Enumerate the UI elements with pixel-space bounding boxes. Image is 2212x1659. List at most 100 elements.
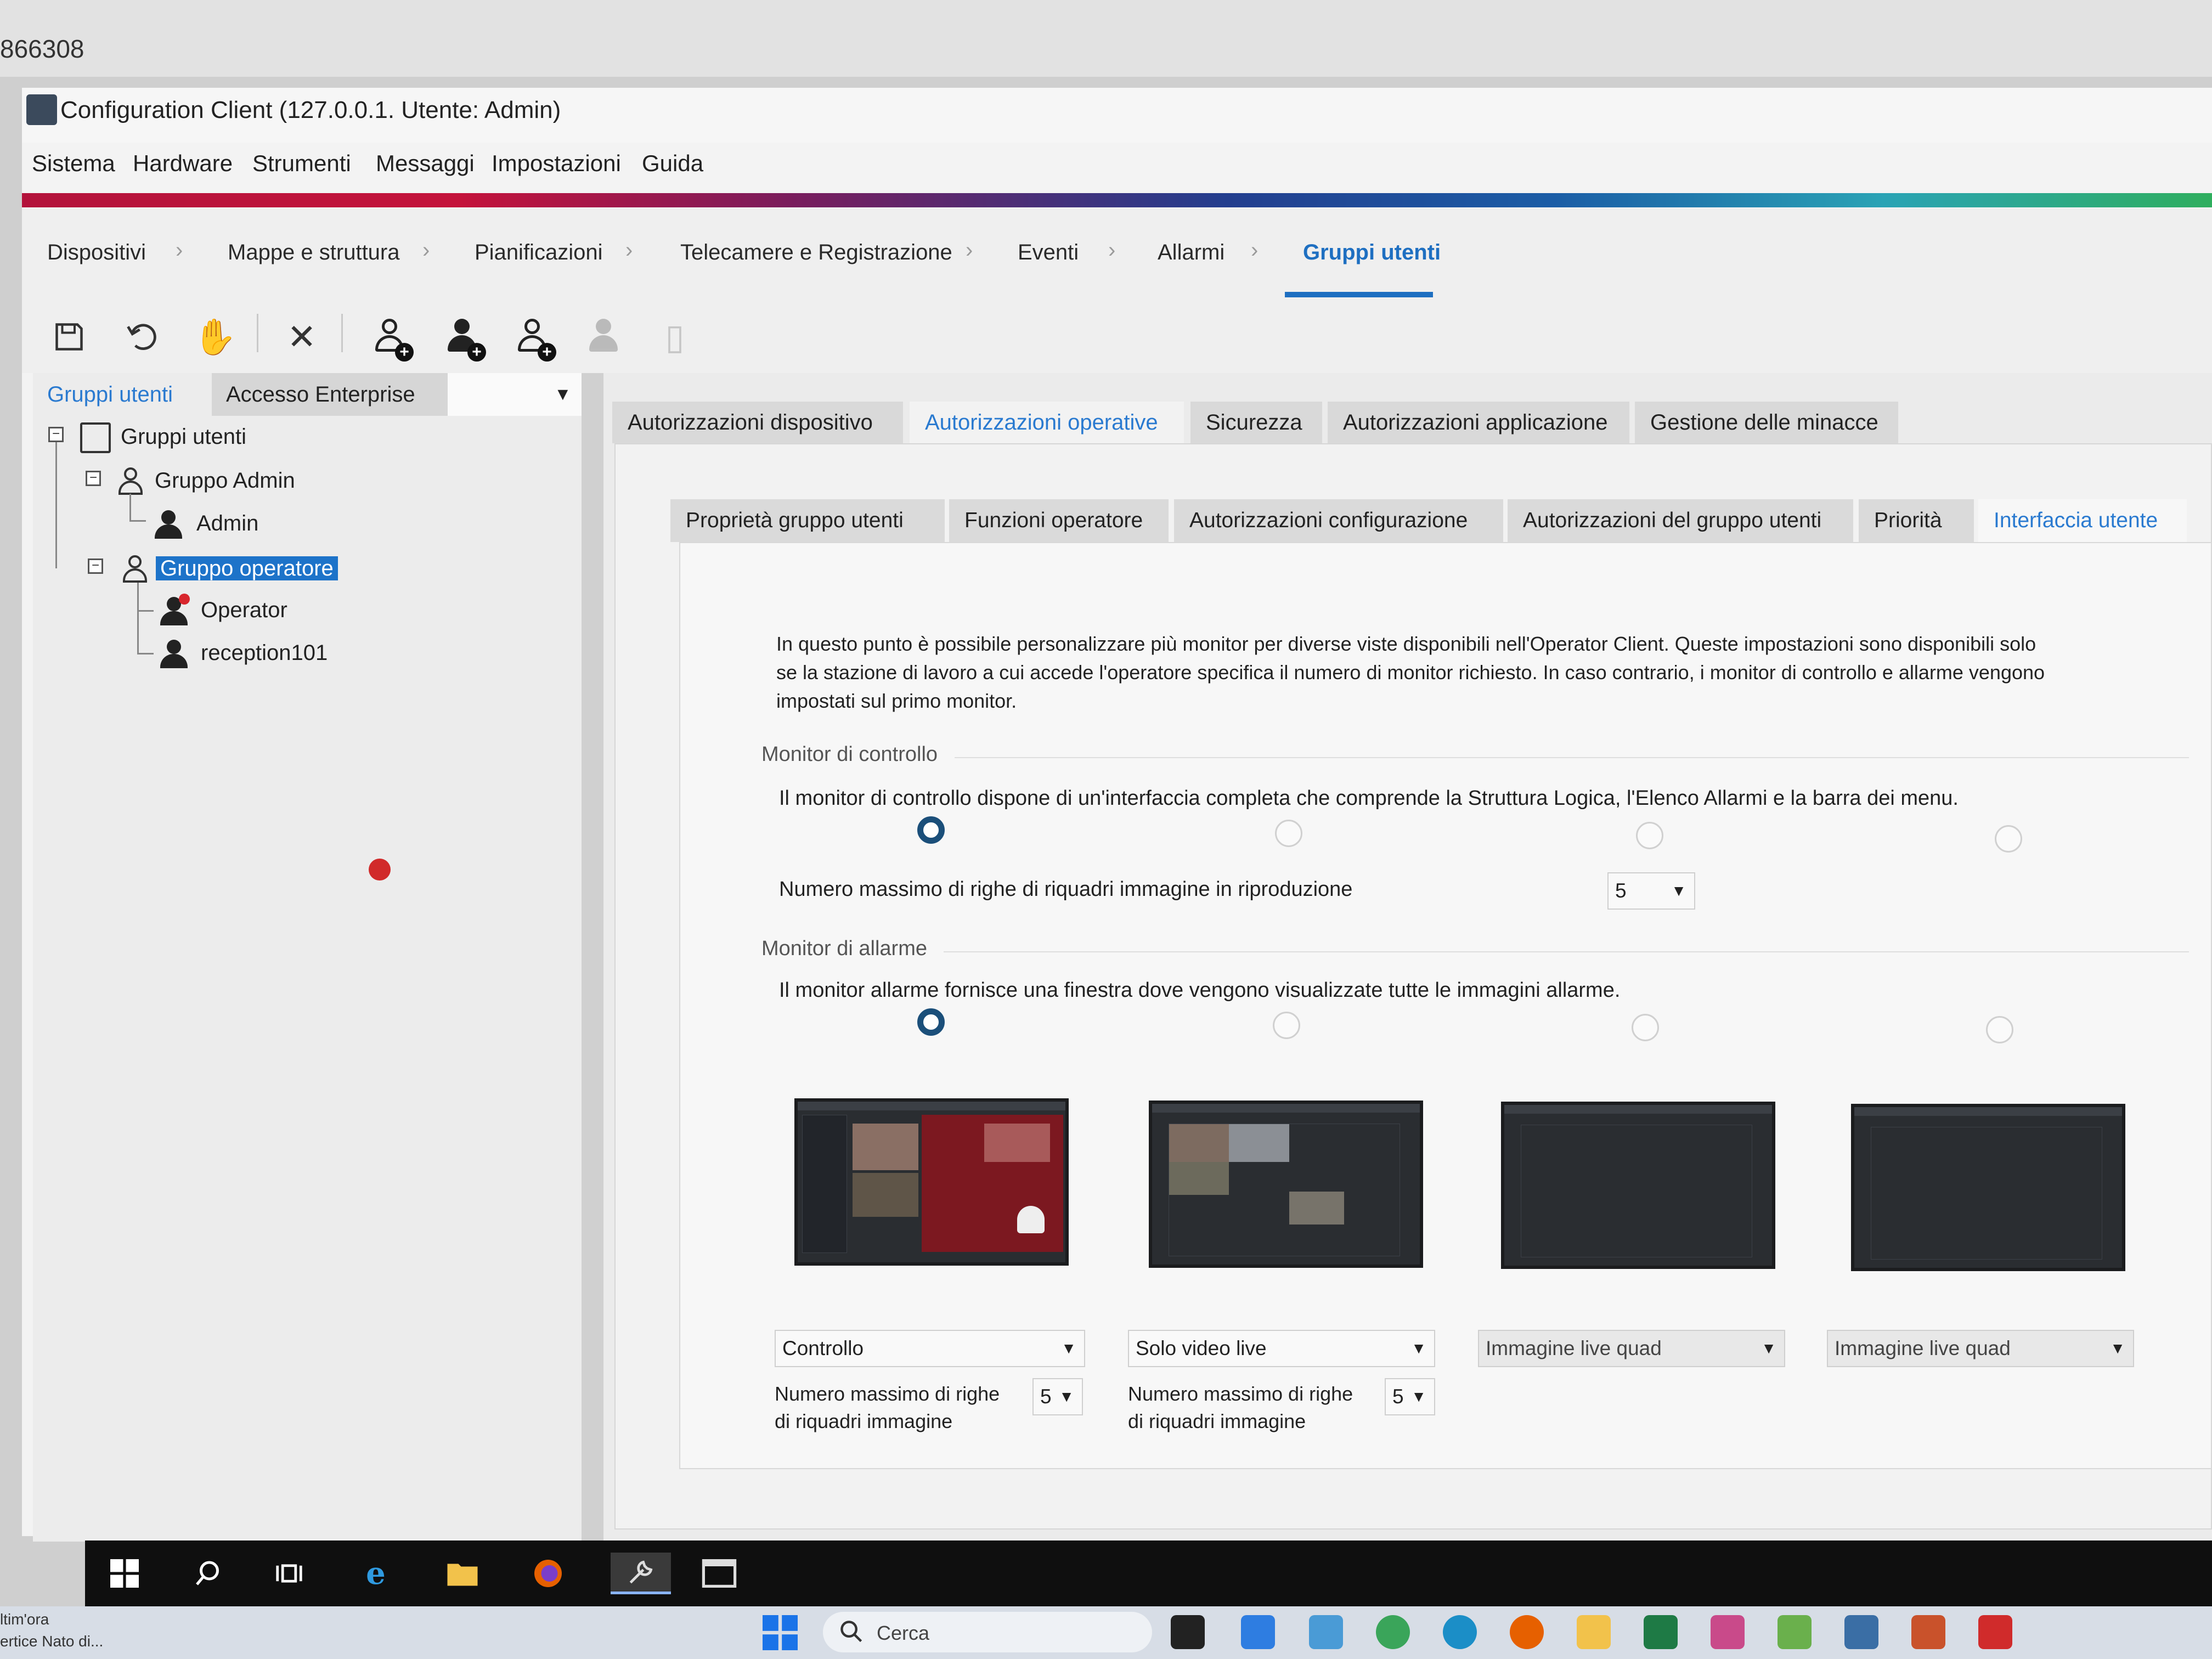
menu-impostazioni[interactable]: Impostazioni: [492, 150, 621, 177]
tree-line: [137, 583, 139, 654]
task-view-icon[interactable]: [268, 1553, 310, 1594]
breadcrumb-gruppi-utenti[interactable]: Gruppi utenti: [1303, 240, 1441, 265]
chrome-icon[interactable]: [1376, 1615, 1410, 1649]
collapse-icon[interactable]: −: [48, 427, 64, 442]
undo-icon[interactable]: [121, 315, 165, 359]
monitor-2-rows-select[interactable]: 5 ▼: [1385, 1378, 1435, 1415]
anydesk-icon[interactable]: [1978, 1615, 2012, 1649]
monitor-4-mode-select[interactable]: Immagine live quad ▼: [1827, 1330, 2134, 1367]
file-explorer-icon[interactable]: [442, 1553, 483, 1594]
menu-messaggi[interactable]: Messaggi: [376, 150, 475, 177]
chevron-right-icon: ›: [1108, 238, 1116, 262]
tab-proprieta-gruppo[interactable]: Proprietà gruppo utenti: [670, 499, 945, 542]
tree-user-admin[interactable]: Admin: [155, 506, 258, 541]
alarm-monitor-radio-3[interactable]: [1632, 1014, 1659, 1041]
windows-start-icon[interactable]: [763, 1615, 798, 1650]
title-bar: Configuration Client (127.0.0.1. Utente:…: [22, 88, 2212, 143]
toolbar-separator: [257, 314, 258, 352]
alarm-monitor-radio-1[interactable]: [917, 1008, 945, 1036]
console-icon[interactable]: [698, 1553, 740, 1594]
snipping-tool-icon[interactable]: [1711, 1615, 1745, 1649]
tab-priorita[interactable]: Priorità: [1859, 499, 1974, 542]
description-line: In questo punto è possibile personalizza…: [776, 633, 2036, 655]
windows-start-icon[interactable]: [104, 1553, 145, 1594]
monitor-1-rows-label-line: Numero massimo di righe: [775, 1383, 1000, 1405]
copy-icon[interactable]: ▯: [653, 315, 697, 359]
control-monitor-heading: Monitor di controllo: [761, 743, 938, 766]
collapse-icon[interactable]: −: [86, 471, 101, 486]
config-tool-icon[interactable]: [1844, 1615, 1878, 1649]
tab-autorizzazioni-dispositivo[interactable]: Autorizzazioni dispositivo: [612, 402, 903, 443]
tab-autorizzazioni-gruppo[interactable]: Autorizzazioni del gruppo utenti: [1508, 499, 1853, 542]
control-monitor-radio-4[interactable]: [1995, 825, 2022, 853]
monitor-2-rows-label: Numero massimo di righe di riquadri imma…: [1128, 1380, 1353, 1435]
breadcrumb-pianificazioni[interactable]: Pianificazioni: [475, 240, 602, 265]
tab-autorizzazioni-configurazione[interactable]: Autorizzazioni configurazione: [1174, 499, 1503, 542]
tab-accesso-enterprise[interactable]: Accesso Enterprise: [212, 373, 448, 416]
task-view-icon[interactable]: [1171, 1615, 1205, 1649]
alarm-monitor-radio-2[interactable]: [1273, 1012, 1300, 1039]
tree-group-operatore[interactable]: Gruppo operatore: [122, 551, 338, 586]
config-client-icon[interactable]: [611, 1553, 671, 1594]
edge-icon[interactable]: [1443, 1615, 1477, 1649]
add-user-icon[interactable]: +: [440, 315, 486, 362]
excel-icon[interactable]: [1644, 1615, 1678, 1649]
breadcrumb-telecamere[interactable]: Telecamere e Registrazione: [680, 240, 952, 265]
menu-strumenti[interactable]: Strumenti: [252, 150, 351, 177]
save-icon[interactable]: [47, 315, 91, 359]
control-monitor-radio-1[interactable]: [917, 816, 945, 844]
delete-icon[interactable]: ✕: [280, 315, 324, 359]
m365-icon[interactable]: [1241, 1615, 1275, 1649]
description-text: In questo punto è possibile personalizza…: [776, 630, 2170, 715]
monitor-2-mode-select[interactable]: Solo video live ▼: [1128, 1330, 1435, 1367]
breadcrumb-mappe[interactable]: Mappe e struttura: [228, 240, 400, 265]
breadcrumb-allarmi[interactable]: Allarmi: [1158, 240, 1224, 265]
tab-autorizzazioni-operative[interactable]: Autorizzazioni operative: [910, 402, 1184, 443]
window-title: Configuration Client (127.0.0.1. Utente:…: [60, 97, 561, 123]
alarm-monitor-radio-4[interactable]: [1986, 1016, 2013, 1043]
search-icon[interactable]: [187, 1553, 229, 1594]
breadcrumb-eventi[interactable]: Eventi: [1018, 240, 1079, 265]
tab-gruppi-utenti[interactable]: Gruppi utenti: [33, 373, 208, 416]
control-monitor-radio-3[interactable]: [1636, 822, 1663, 849]
monitor-1-mode-select[interactable]: Controllo ▼: [775, 1330, 1085, 1367]
menu-sistema[interactable]: Sistema: [32, 150, 115, 177]
dual-group-icon[interactable]: [582, 315, 625, 359]
collapse-icon[interactable]: −: [88, 558, 103, 574]
tree-group-admin[interactable]: Gruppo Admin: [117, 463, 295, 498]
remote-desktop-icon[interactable]: [1309, 1615, 1343, 1649]
monitor-3-mode-select[interactable]: Immagine live quad ▼: [1478, 1330, 1785, 1367]
file-explorer-icon[interactable]: [1577, 1615, 1611, 1649]
network-icon[interactable]: [1778, 1615, 1812, 1649]
chevron-down-icon[interactable]: ▼: [554, 384, 572, 404]
add-dual-auth-icon[interactable]: +: [510, 315, 556, 362]
menu-hardware[interactable]: Hardware: [133, 150, 233, 177]
user-operator-label: Operator: [201, 598, 287, 622]
host-search-box[interactable]: Cerca: [823, 1612, 1152, 1652]
mouse-cursor-icon: [369, 859, 391, 881]
chevron-right-icon: ›: [1251, 238, 1259, 262]
alarm-bell-icon: [1017, 1206, 1045, 1233]
tree-user-reception[interactable]: reception101: [160, 635, 328, 670]
firefox-icon[interactable]: [527, 1553, 569, 1594]
tree-line: [137, 610, 154, 612]
control-monitor-radio-2[interactable]: [1275, 820, 1302, 847]
tab-autorizzazioni-applicazione[interactable]: Autorizzazioni applicazione: [1328, 402, 1629, 443]
monitor-1-rows-select[interactable]: 5 ▼: [1032, 1378, 1083, 1415]
firefox-icon[interactable]: [1510, 1615, 1544, 1649]
tree-user-operator[interactable]: Operator: [160, 592, 287, 628]
word-icon[interactable]: [1911, 1615, 1945, 1649]
hand-icon[interactable]: ✋: [193, 315, 237, 359]
menu-guida[interactable]: Guida: [642, 150, 703, 177]
internet-explorer-icon[interactable]: e: [355, 1553, 397, 1594]
tab-gestione-minacce[interactable]: Gestione delle minacce: [1635, 402, 1898, 443]
tree-root[interactable]: Gruppi utenti: [80, 419, 246, 454]
tab-interfaccia-utente[interactable]: Interfaccia utente: [1978, 499, 2187, 542]
panel-splitter[interactable]: [582, 373, 603, 1542]
add-group-icon[interactable]: +: [368, 315, 414, 362]
breadcrumb-dispositivi[interactable]: Dispositivi: [47, 240, 146, 265]
alarm-monitor-text: Il monitor allarme fornisce una finestra…: [779, 979, 1621, 1002]
max-rows-playback-select[interactable]: 5 ▼: [1607, 872, 1695, 910]
tab-funzioni-operatore[interactable]: Funzioni operatore: [949, 499, 1169, 542]
tab-sicurezza[interactable]: Sicurezza: [1190, 402, 1322, 443]
